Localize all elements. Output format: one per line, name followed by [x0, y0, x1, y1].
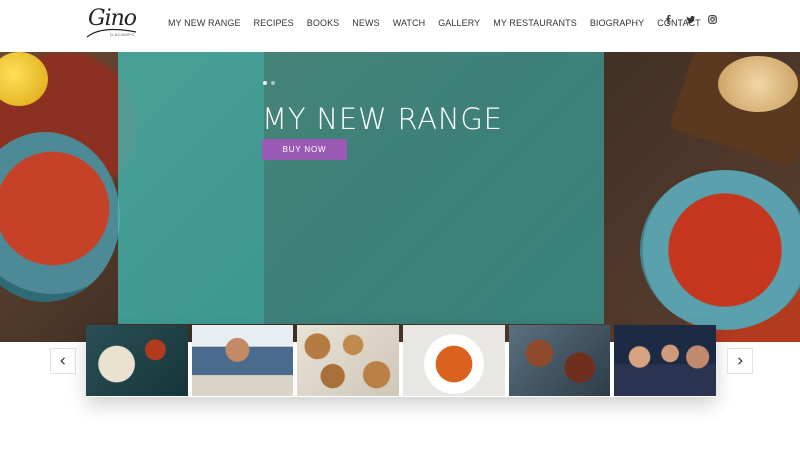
lemon-image [0, 52, 48, 106]
carousel-prev-button[interactable] [50, 348, 76, 374]
slide-dot-active[interactable] [263, 81, 267, 85]
nav-item-my-restaurants[interactable]: MY RESTAURANTS [493, 18, 577, 28]
carousel-next-button[interactable] [727, 348, 753, 374]
meatball-bowl-image [640, 170, 800, 330]
flatbread-image [718, 56, 798, 112]
thumbnail-carousel [86, 325, 717, 397]
buy-now-button[interactable]: BUY NOW [262, 139, 347, 160]
slide-dot[interactable] [271, 81, 275, 85]
social-links [664, 15, 717, 24]
hero-overlay: MY NEW RANGE BUY NOW [118, 52, 604, 324]
thumbnail-platter[interactable] [508, 325, 611, 396]
nav-item-watch[interactable]: WATCH [393, 18, 426, 28]
slide-indicator [263, 81, 275, 85]
nav-item-my-new-range[interactable]: MY NEW RANGE [168, 18, 241, 28]
chevron-right-icon [738, 357, 743, 365]
brand-logo[interactable]: Gino D'ACAMPO [86, 6, 142, 44]
twitter-icon[interactable] [686, 15, 695, 24]
thumbnail-group-photo[interactable] [614, 325, 717, 396]
nav-item-biography[interactable]: BIOGRAPHY [590, 18, 644, 28]
thumbnail-stuffed-pasta[interactable] [86, 325, 188, 396]
thumbnail-gino-portrait[interactable] [191, 325, 294, 396]
hero-banner: MY NEW RANGE BUY NOW [0, 52, 800, 342]
main-nav: MY NEW RANGE RECIPES BOOKS NEWS WATCH GA… [168, 16, 714, 30]
facebook-icon[interactable] [664, 15, 673, 24]
food-plate-image [0, 132, 120, 302]
site-header: Gino D'ACAMPO MY NEW RANGE RECIPES BOOKS… [0, 0, 800, 52]
nav-item-books[interactable]: BOOKS [307, 18, 340, 28]
hero-title: MY NEW RANGE [262, 102, 503, 136]
pizza-tray-image [264, 52, 604, 324]
nav-item-gallery[interactable]: GALLERY [438, 18, 480, 28]
thumbnail-pasta-bowl[interactable] [403, 325, 505, 396]
nav-item-recipes[interactable]: RECIPES [254, 18, 294, 28]
instagram-icon[interactable] [708, 15, 717, 24]
chevron-left-icon [60, 357, 65, 365]
logo-subtitle: D'ACAMPO [110, 32, 135, 37]
nav-item-news[interactable]: NEWS [352, 18, 379, 28]
thumbnail-pastries[interactable] [297, 325, 400, 396]
